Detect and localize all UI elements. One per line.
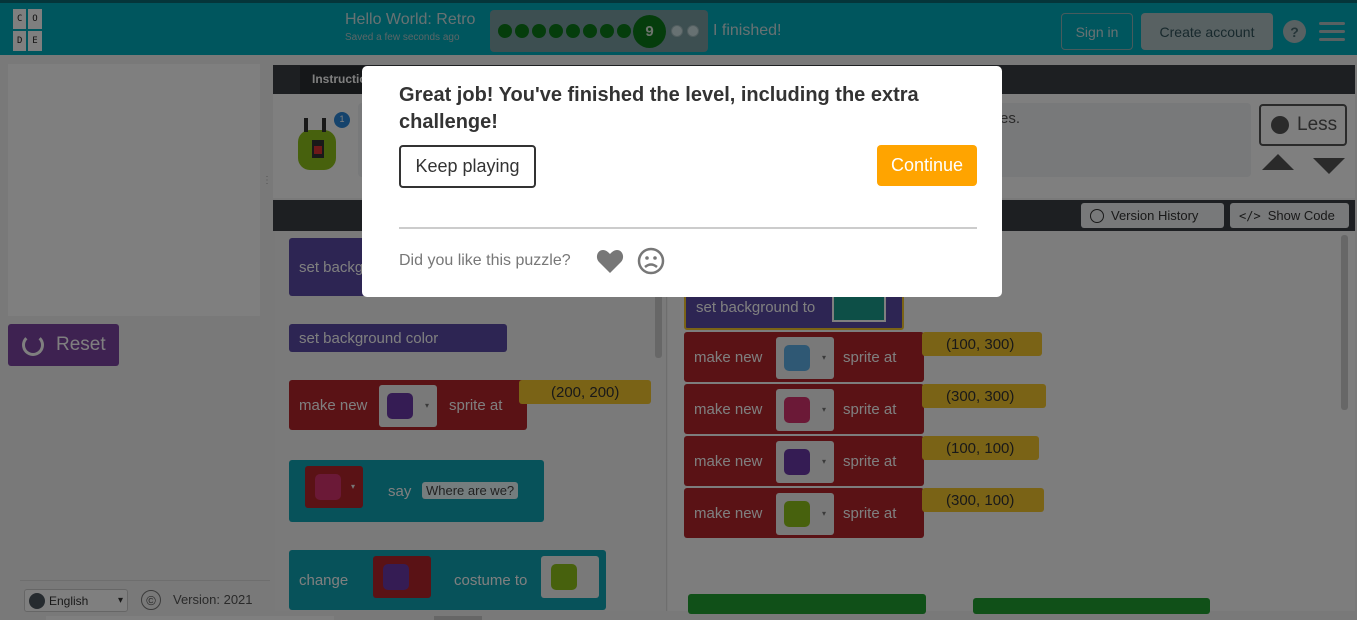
frown-icon[interactable] [637,247,665,275]
divider [399,227,977,229]
success-message: Great job! You've finished the level, in… [399,84,919,133]
heart-icon[interactable] [596,248,624,274]
feedback-prompt: Did you like this puzzle? [399,252,571,269]
level-complete-dialog: Great job! You've finished the level, in… [362,66,1002,297]
continue-button[interactable]: Continue [877,145,977,186]
keep-playing-button[interactable]: Keep playing [399,145,536,188]
